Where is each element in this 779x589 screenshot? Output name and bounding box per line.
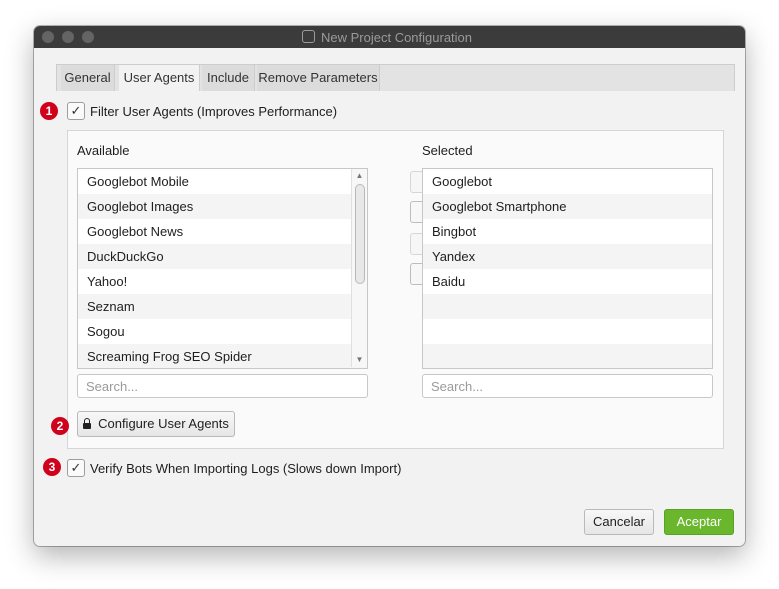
configure-user-agents-label: Configure User Agents <box>98 416 229 431</box>
scroll-up-arrow-icon[interactable]: ▲ <box>352 170 367 182</box>
list-item <box>423 319 712 344</box>
selected-list[interactable]: Googlebot Googlebot Smartphone Bingbot Y… <box>422 168 713 369</box>
filter-user-agents-label: Filter User Agents (Improves Performance… <box>90 104 338 119</box>
cancel-button[interactable]: Cancelar <box>584 509 654 535</box>
list-item[interactable]: Screaming Frog SEO Spider <box>78 344 367 368</box>
minimize-window-button[interactable] <box>62 31 74 43</box>
configuration-window: New Project Configuration General User A… <box>34 26 745 546</box>
list-item <box>423 344 712 368</box>
list-item[interactable]: Googlebot Smartphone <box>423 194 712 219</box>
list-item[interactable]: Googlebot Mobile <box>78 169 367 194</box>
user-agent-panel: Available Selected Googlebot Mobile Goog… <box>67 130 724 449</box>
list-item[interactable]: DuckDuckGo <box>78 244 367 269</box>
app-icon <box>302 30 315 43</box>
filter-user-agents-checkbox[interactable]: ✓ <box>67 102 85 120</box>
available-scrollbar[interactable]: ▲ ▼ <box>351 169 367 367</box>
available-search-input[interactable] <box>77 374 368 398</box>
available-list[interactable]: Googlebot Mobile Googlebot Images Google… <box>77 168 368 369</box>
list-item[interactable]: Sogou <box>78 319 367 344</box>
list-item[interactable]: Googlebot Images <box>78 194 367 219</box>
callout-badge-2: 2 <box>51 417 69 435</box>
available-heading: Available <box>77 143 130 158</box>
list-item[interactable]: Googlebot <box>423 169 712 194</box>
selected-heading: Selected <box>422 143 473 158</box>
configure-user-agents-button[interactable]: Configure User Agents <box>77 411 235 437</box>
list-item[interactable]: Bingbot <box>423 219 712 244</box>
callout-badge-3: 3 <box>43 458 61 476</box>
tab-include[interactable]: Include <box>202 65 255 91</box>
list-item[interactable]: Googlebot News <box>78 219 367 244</box>
window-title-text: New Project Configuration <box>321 30 473 45</box>
close-window-button[interactable] <box>42 31 54 43</box>
zoom-window-button[interactable] <box>82 31 94 43</box>
verify-bots-checkbox[interactable]: ✓ <box>67 459 85 477</box>
accept-button[interactable]: Aceptar <box>664 509 734 535</box>
tab-user-agents[interactable]: User Agents <box>119 65 200 91</box>
title-bar[interactable]: New Project Configuration <box>34 26 745 48</box>
list-item[interactable]: Baidu <box>423 269 712 294</box>
scroll-down-arrow-icon[interactable]: ▼ <box>352 354 367 366</box>
checkmark-icon: ✓ <box>70 103 82 118</box>
checkmark-icon: ✓ <box>70 460 82 475</box>
list-item[interactable]: Yahoo! <box>78 269 367 294</box>
verify-bots-label: Verify Bots When Importing Logs (Slows d… <box>90 461 402 476</box>
tab-general[interactable]: General <box>61 65 115 91</box>
tab-bar: General User Agents Include Remove Param… <box>56 64 735 91</box>
list-item[interactable]: Yandex <box>423 244 712 269</box>
tab-remove-parameters[interactable]: Remove Parameters <box>257 65 380 91</box>
list-item[interactable]: Seznam <box>78 294 367 319</box>
window-title: New Project Configuration <box>302 30 472 45</box>
callout-badge-1: 1 <box>40 102 58 120</box>
lock-icon <box>83 418 92 429</box>
list-item <box>423 294 712 319</box>
scroll-thumb[interactable] <box>355 184 365 284</box>
selected-search-input[interactable] <box>422 374 713 398</box>
